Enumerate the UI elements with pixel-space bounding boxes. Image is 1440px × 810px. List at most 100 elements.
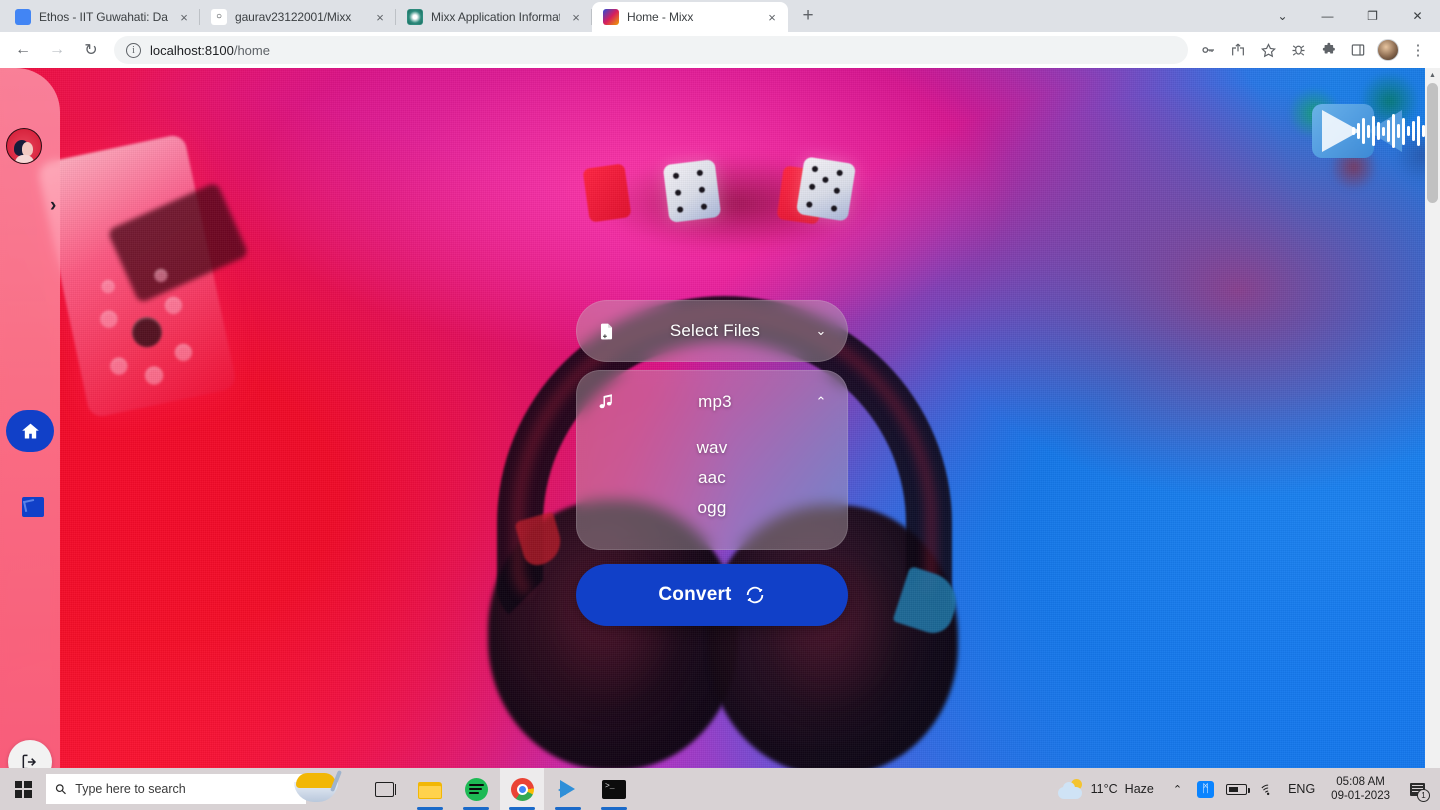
system-tray: 11°C Haze ⌃ ᛗ ENG 05:08 AM 09-01-2023 1 [1052,768,1440,810]
address-bar[interactable]: i localhost:8100/home [114,36,1188,64]
taskbar-clock[interactable]: 05:08 AM 09-01-2023 [1321,775,1400,804]
new-tab-button[interactable]: + [794,2,822,30]
start-button[interactable] [0,768,46,810]
file-explorer-icon [418,780,442,799]
convert-button[interactable]: Convert [576,564,848,626]
windows-taskbar: ⚲ Type here to search >_ 11°C Haze ⌃ ᛗ E… [0,768,1440,810]
chevron-up-icon[interactable]: ⌃ [811,394,831,410]
notification-count-badge: 1 [1417,789,1430,802]
audio-waveform-icon [1352,112,1425,150]
clock-date: 09-01-2023 [1331,790,1390,802]
spotify-icon [464,777,488,801]
url-text: localhost:8100/home [150,43,270,58]
tab-github-mixx[interactable]: ○ gaurav23122001/Mixx × [200,2,396,32]
extensions-puzzle-icon[interactable] [1314,36,1342,64]
vscode-button[interactable] [546,768,590,810]
weather-haze-icon [1057,779,1084,799]
search-icon: ⚲ [51,779,71,798]
github-icon: ○ [211,9,227,25]
select-files-label: Select Files [669,321,761,340]
sidebar-expand-chevron-icon[interactable]: › [50,196,56,215]
format-option-wav[interactable]: wav [577,433,847,463]
terminal-button[interactable] [592,768,636,810]
tab-title: gaurav23122001/Mixx [235,10,352,24]
format-option-ogg[interactable]: ogg [577,493,847,523]
weather-temperature: 11°C [1090,782,1118,796]
tab-title: Home - Mixx [627,10,694,24]
file-explorer-button[interactable] [408,768,452,810]
tab-search-icon[interactable]: ⌄ [1260,0,1305,32]
music-note-icon [593,392,619,412]
task-view-button[interactable] [362,768,406,810]
show-hidden-icons-chevron-icon[interactable]: ⌃ [1164,768,1191,810]
mixx-info-icon [407,9,423,25]
bug-extension-icon[interactable] [1284,36,1312,64]
mixx-waveform-logo [1312,100,1425,162]
chrome-browser-window: Ethos - IIT Guwahati: Dashboard × ○ gaur… [0,0,1440,810]
notification-icon: 1 [1406,778,1430,802]
spotify-button[interactable] [454,768,498,810]
tab-close-button[interactable]: × [176,9,192,25]
toolbar-icons: ⋮ [1194,36,1432,64]
close-window-button[interactable]: ✕ [1395,0,1440,32]
side-panel-icon[interactable] [1344,36,1372,64]
tab-close-button[interactable]: × [372,9,388,25]
search-placeholder: Type here to search [75,782,186,796]
tab-home-mixx[interactable]: Home - Mixx × [592,2,788,32]
tab-ethos[interactable]: Ethos - IIT Guwahati: Dashboard × [4,2,200,32]
format-dropdown-panel: mp3 ⌃ wav aac ogg [576,370,848,550]
broken-image-icon[interactable] [22,497,44,517]
window-controls: ⌄ — ❐ ✕ [1260,0,1440,32]
search-highlight-image [292,770,342,804]
refresh-icon [746,586,763,604]
minimize-button[interactable]: — [1305,0,1350,32]
battery-icon[interactable] [1220,768,1253,810]
chrome-button[interactable] [500,768,544,810]
tab-mixx-application-information[interactable]: Mixx Application Information × [396,2,592,32]
format-dropdown-trigger[interactable]: mp3 ⌃ [577,371,847,433]
taskbar-search-box[interactable]: ⚲ Type here to search [46,770,342,804]
profile-avatar[interactable] [1374,36,1402,64]
forward-button[interactable]: → [42,35,72,65]
select-files-dropdown[interactable]: Select Files ⌄ [576,300,848,362]
chrome-menu-icon[interactable]: ⋮ [1404,36,1432,64]
tab-close-button[interactable]: × [568,9,584,25]
tab-strip: Ethos - IIT Guwahati: Dashboard × ○ gaur… [0,0,1440,32]
notifications-button[interactable]: 1 [1400,768,1434,810]
clock-time: 05:08 AM [1336,775,1385,788]
file-add-icon [593,322,619,341]
chevron-down-icon[interactable]: ⌄ [811,323,831,339]
home-icon [21,423,39,438]
tab-title: Mixx Application Information [431,10,560,24]
site-info-icon[interactable]: i [126,42,141,58]
format-option-aac[interactable]: aac [577,463,847,493]
wifi-icon[interactable] [1253,768,1282,810]
converter-card: Select Files ⌄ mp3 ⌃ wav aac ogg Convert [576,300,848,626]
weather-condition: Haze [1124,782,1154,796]
password-key-icon[interactable] [1194,36,1222,64]
page-scrollbar[interactable]: ▲ ▼ [1425,68,1440,810]
task-view-icon [374,781,396,797]
mixx-icon [603,9,619,25]
tab-title: Ethos - IIT Guwahati: Dashboard [39,10,168,24]
url-host: localhost:8100 [150,42,234,58]
terminal-icon [602,779,626,799]
bookmark-star-icon[interactable] [1254,36,1282,64]
windows-logo-icon [14,780,32,798]
scroll-up-arrow-icon[interactable]: ▲ [1425,68,1440,83]
language-indicator[interactable]: ENG [1282,768,1321,810]
app-sidebar: › [0,68,60,810]
weather-widget[interactable]: 11°C Haze [1052,779,1164,799]
browser-toolbar: ← → ↻ i localhost:8100/home ⋮ [0,32,1440,68]
selected-format-label: mp3 [698,392,732,411]
reload-button[interactable]: ↻ [76,35,106,65]
user-avatar[interactable] [6,128,42,164]
back-button[interactable]: ← [8,35,38,65]
sidebar-item-home[interactable] [6,410,54,452]
chrome-icon [510,777,534,801]
bluetooth-icon[interactable]: ᛗ [1191,768,1220,810]
tab-close-button[interactable]: × [764,9,780,25]
maximize-button[interactable]: ❐ [1350,0,1395,32]
share-icon[interactable] [1224,36,1252,64]
scrollbar-thumb[interactable] [1427,83,1438,203]
